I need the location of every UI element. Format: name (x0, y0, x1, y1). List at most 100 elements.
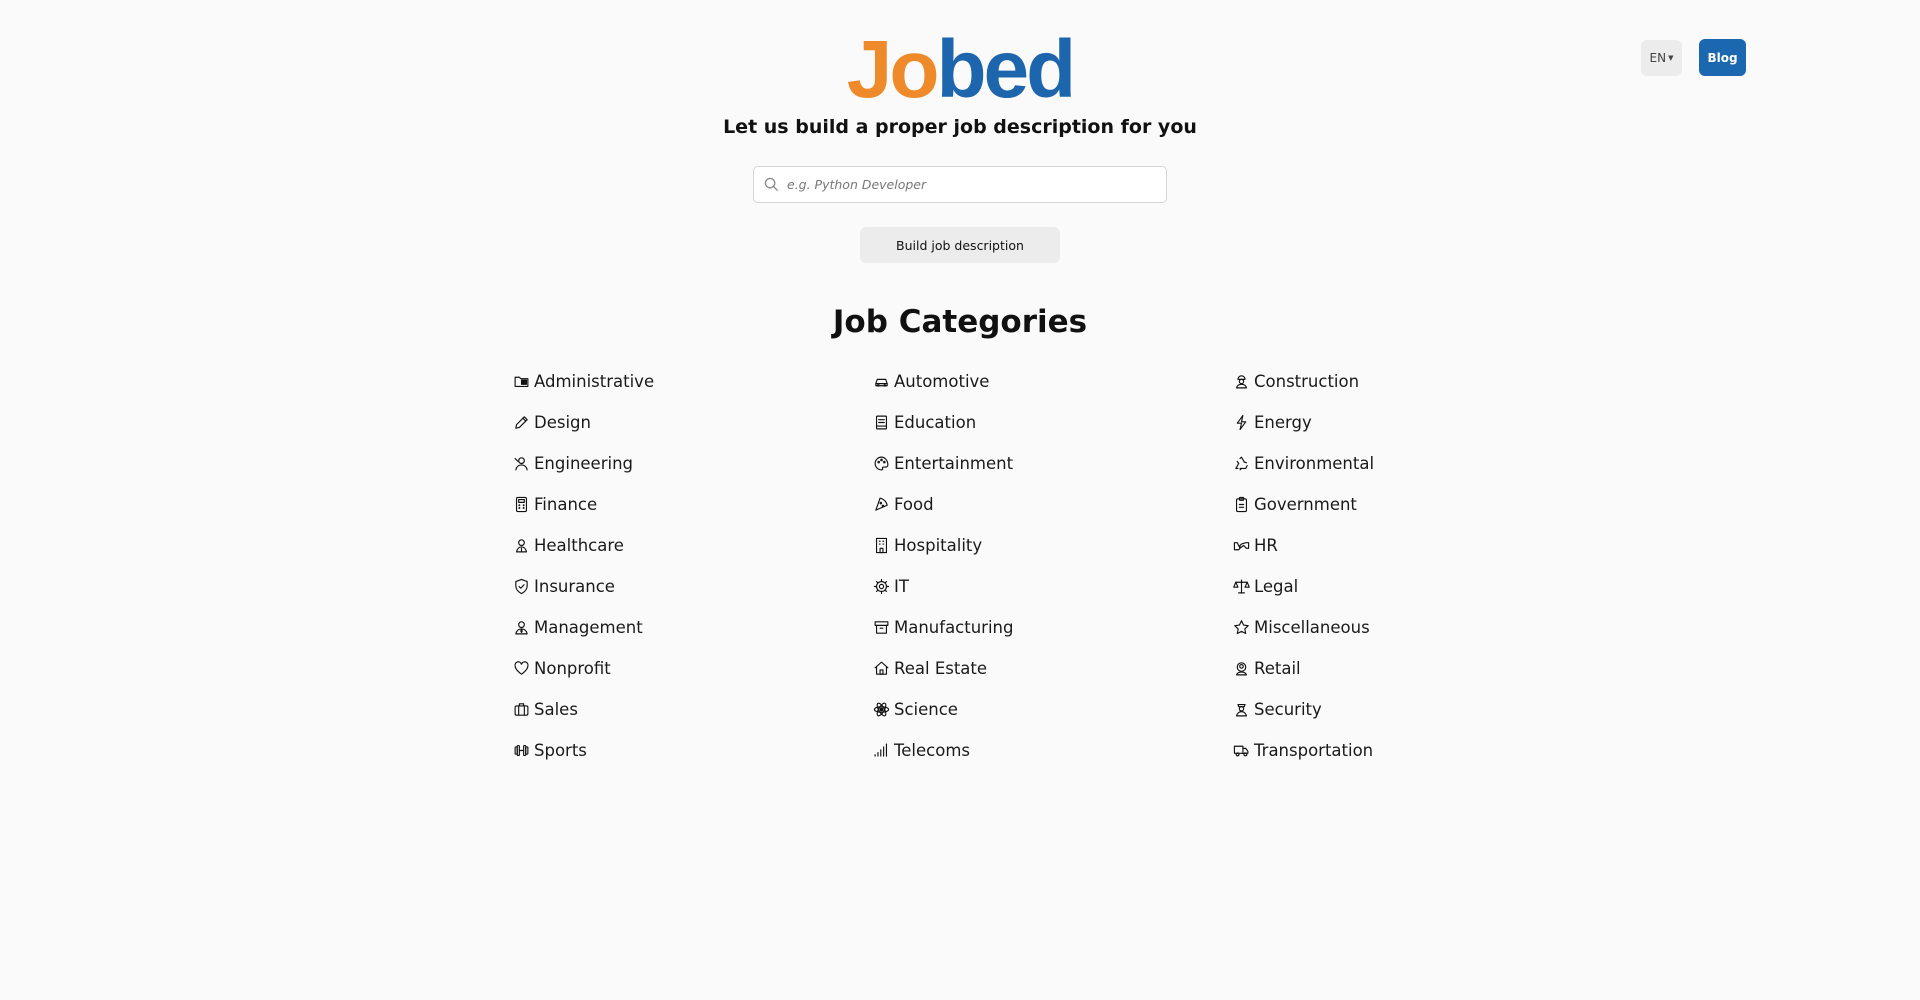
category-item-finance[interactable]: Finance (513, 484, 873, 525)
cog-icon (873, 578, 890, 595)
category-item-administrative[interactable]: Administrative (513, 361, 873, 402)
worker-icon (1233, 373, 1250, 390)
category-label: Real Estate (894, 659, 988, 678)
user-circle-icon (1233, 660, 1250, 677)
build-job-description-button[interactable]: Build job description (860, 227, 1060, 263)
category-label: Sports (534, 741, 587, 760)
category-item-it[interactable]: IT (873, 566, 1233, 607)
category-label: Management (534, 618, 643, 637)
category-item-science[interactable]: Science (873, 689, 1233, 730)
category-label: Miscellaneous (1254, 618, 1370, 637)
category-label: Energy (1254, 413, 1312, 432)
category-item-design[interactable]: Design (513, 402, 873, 443)
category-item-retail[interactable]: Retail (1233, 648, 1413, 689)
category-item-healthcare[interactable]: Healthcare (513, 525, 873, 566)
house-icon (873, 660, 890, 677)
category-label: Nonprofit (534, 659, 611, 678)
category-label: Transportation (1254, 741, 1374, 760)
archive-icon (873, 619, 890, 636)
category-item-miscellaneous[interactable]: Miscellaneous (1233, 607, 1413, 648)
category-label: Entertainment (894, 454, 1014, 473)
category-item-sales[interactable]: Sales (513, 689, 873, 730)
category-item-sports[interactable]: Sports (513, 730, 873, 771)
pencil-icon (513, 414, 530, 431)
category-label: Finance (534, 495, 598, 514)
tagline: Let us build a proper job description fo… (723, 116, 1197, 138)
category-label: Security (1254, 700, 1322, 719)
category-item-hr[interactable]: HR (1233, 525, 1413, 566)
category-item-legal[interactable]: Legal (1233, 566, 1413, 607)
category-label: Government (1254, 495, 1357, 514)
category-item-insurance[interactable]: Insurance (513, 566, 873, 607)
category-label: Hospitality (894, 536, 983, 555)
bolt-icon (1233, 414, 1250, 431)
category-item-engineering[interactable]: Engineering (513, 443, 873, 484)
category-item-real-estate[interactable]: Real Estate (873, 648, 1233, 689)
handshake-icon (1233, 537, 1250, 554)
truck-icon (1233, 742, 1250, 759)
clipboard-icon (1233, 496, 1250, 513)
recycle-icon (1233, 455, 1250, 472)
category-label: Design (534, 413, 591, 432)
category-item-telecoms[interactable]: Telecoms (873, 730, 1233, 771)
category-item-security[interactable]: Security (1233, 689, 1413, 730)
signal-icon (873, 742, 890, 759)
category-grid: Administrative Automotive Construction Desi… (513, 361, 1413, 771)
briefcase-icon (513, 701, 530, 718)
category-item-environmental[interactable]: Environmental (1233, 443, 1413, 484)
category-label: Telecoms (894, 741, 970, 760)
category-label: Automotive (894, 372, 990, 391)
logo-part-bed: bed (936, 24, 1076, 115)
category-label: Science (894, 700, 958, 719)
category-label: Manufacturing (894, 618, 1014, 637)
atom-icon (873, 701, 890, 718)
category-label: Engineering (534, 454, 633, 473)
shield-check-icon (513, 578, 530, 595)
engineer-icon (513, 455, 530, 472)
search-icon (764, 177, 779, 192)
logo-part-jo: Jo (846, 24, 940, 115)
book-icon (873, 414, 890, 431)
category-label: Environmental (1254, 454, 1375, 473)
manager-icon (513, 619, 530, 636)
category-item-transportation[interactable]: Transportation (1233, 730, 1413, 771)
doctor-icon (513, 537, 530, 554)
category-label: Administrative (534, 372, 655, 391)
category-item-energy[interactable]: Energy (1233, 402, 1413, 443)
category-item-education[interactable]: Education (873, 402, 1233, 443)
category-item-food[interactable]: Food (873, 484, 1233, 525)
category-label: HR (1254, 536, 1278, 555)
car-icon (873, 373, 890, 390)
category-item-hospitality[interactable]: Hospitality (873, 525, 1233, 566)
category-label: Retail (1254, 659, 1301, 678)
calculator-icon (513, 496, 530, 513)
category-item-automotive[interactable]: Automotive (873, 361, 1233, 402)
heart-icon (513, 660, 530, 677)
category-item-entertainment[interactable]: Entertainment (873, 443, 1233, 484)
category-label: Healthcare (534, 536, 624, 555)
category-label: Food (894, 495, 934, 514)
folder-icon (513, 373, 530, 390)
category-item-construction[interactable]: Construction (1233, 361, 1413, 402)
search-box (753, 166, 1167, 203)
category-item-management[interactable]: Management (513, 607, 873, 648)
category-label: Education (894, 413, 977, 432)
category-label: Insurance (534, 577, 615, 596)
section-title: Job Categories (832, 304, 1088, 340)
dumbbell-icon (513, 742, 530, 759)
pizza-icon (873, 496, 890, 513)
palette-icon (873, 455, 890, 472)
star-icon (1233, 619, 1250, 636)
hotel-icon (873, 537, 890, 554)
search-input[interactable] (787, 177, 1147, 192)
category-label: Construction (1254, 372, 1360, 391)
category-label: IT (894, 577, 909, 596)
category-item-government[interactable]: Government (1233, 484, 1413, 525)
category-label: Sales (534, 700, 578, 719)
category-item-manufacturing[interactable]: Manufacturing (873, 607, 1233, 648)
category-item-nonprofit[interactable]: Nonprofit (513, 648, 873, 689)
guard-icon (1233, 701, 1250, 718)
category-label: Legal (1254, 577, 1299, 596)
logo[interactable]: Jobed (0, 28, 1920, 112)
scale-icon (1233, 578, 1250, 595)
